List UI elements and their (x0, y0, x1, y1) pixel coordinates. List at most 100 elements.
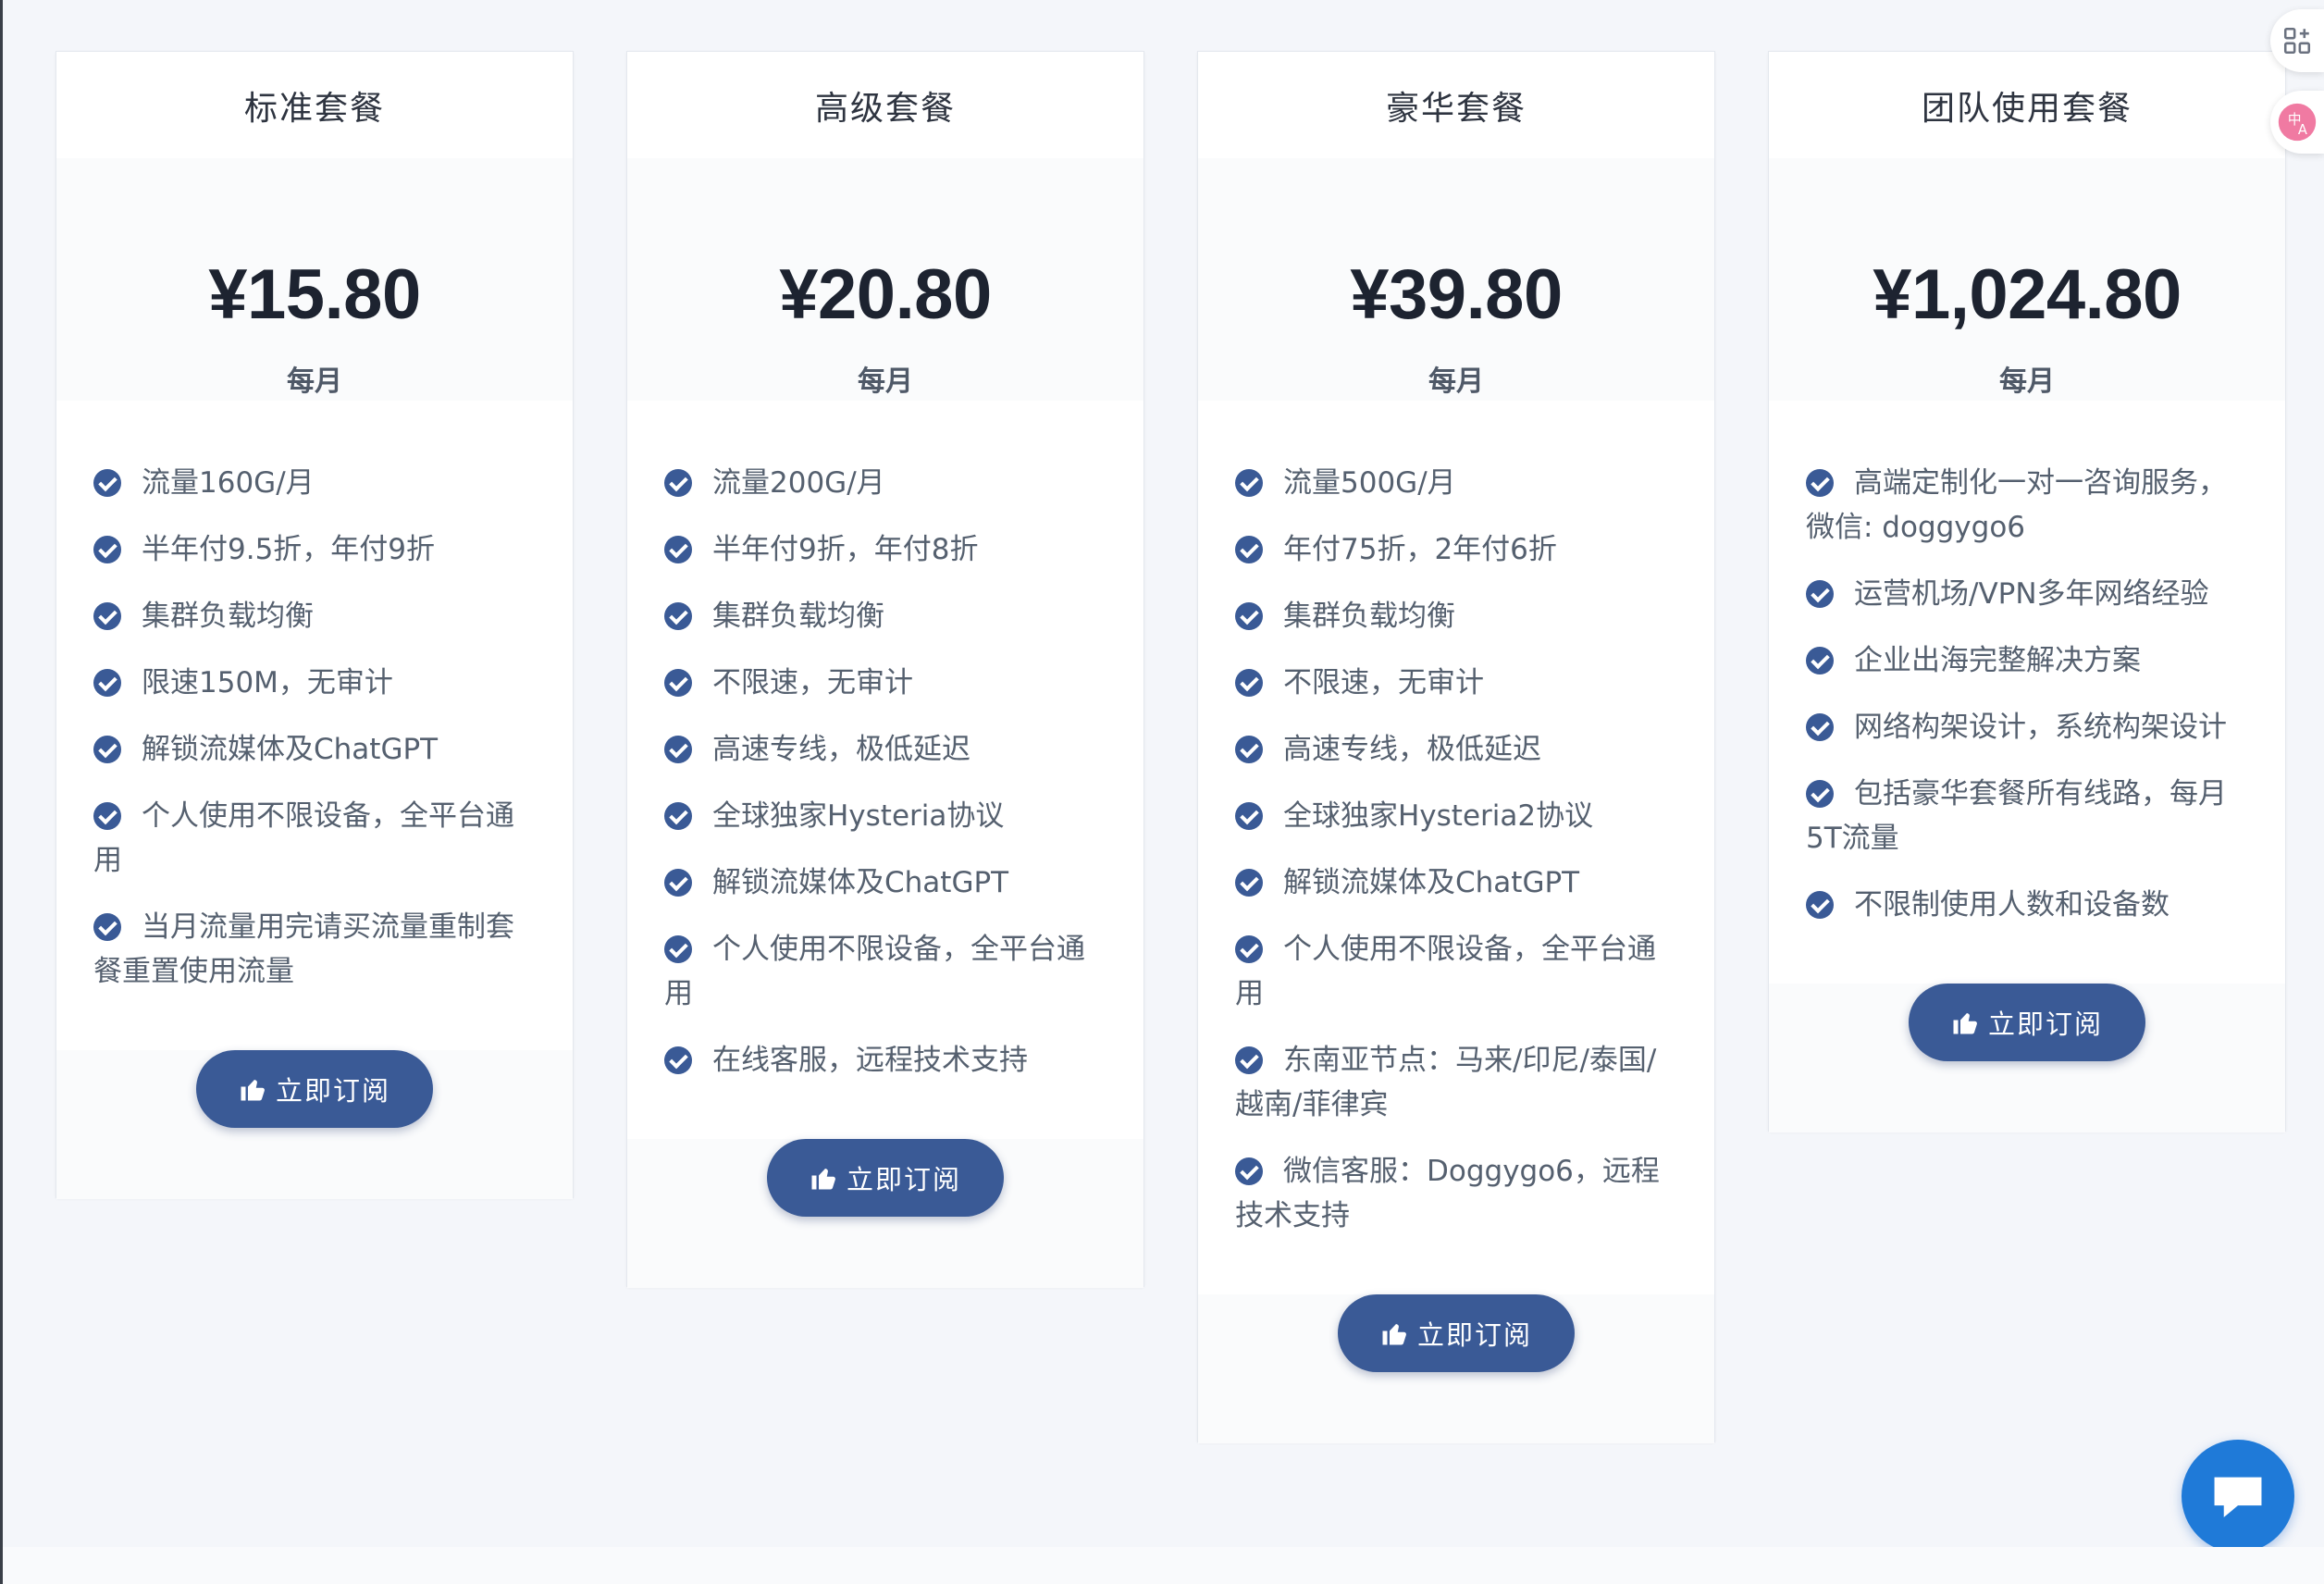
feature-item: 个人使用不限设备，全平台通用 (1235, 933, 1656, 1010)
check-circle-icon (1235, 935, 1263, 963)
feature-item: 包括豪华套餐所有线路，每月5T流量 (1806, 777, 2227, 855)
plan-title: 高级套餐 (814, 89, 956, 128)
feature-item: 半年付9.5折，年付9折 (93, 527, 536, 572)
feature-item: 解锁流媒体及ChatGPT (1235, 860, 1677, 905)
check-circle-icon (1235, 602, 1263, 630)
check-circle-icon (1806, 580, 1834, 608)
chat-bubble-icon (2214, 1477, 2262, 1517)
thumbs-up-icon (1953, 1013, 1977, 1034)
check-circle-icon (664, 935, 692, 963)
feature-item: 企业出海完整解决方案 (1806, 638, 2248, 683)
check-circle-icon (93, 602, 121, 630)
plan-title: 豪华套餐 (1385, 89, 1527, 128)
feature-item: 全球独家Hysteria协议 (664, 794, 1106, 838)
check-circle-icon (664, 536, 692, 563)
feature-item: 解锁流媒体及ChatGPT (93, 727, 536, 772)
check-circle-icon (93, 913, 121, 941)
plan-title: 标准套餐 (243, 89, 385, 128)
check-circle-icon (93, 469, 121, 497)
feature-item: 不限制使用人数和设备数 (1806, 883, 2248, 927)
feature-item: 网络构架设计，系统构架设计 (1806, 705, 2248, 749)
feature-item: 集群负载均衡 (93, 594, 536, 638)
feature-item: 在线客服，远程技术支持 (664, 1038, 1106, 1083)
check-circle-icon (664, 469, 692, 497)
check-circle-icon (1806, 647, 1834, 674)
feature-item: 解锁流媒体及ChatGPT (664, 860, 1106, 905)
feature-item: 个人使用不限设备，全平台通用 (93, 799, 514, 877)
plan-price: ¥1,024.80 (1873, 255, 2182, 334)
plan-price: ¥20.80 (779, 255, 992, 334)
check-circle-icon (1235, 536, 1263, 563)
check-circle-icon (664, 1046, 692, 1074)
check-circle-icon (1235, 736, 1263, 763)
check-circle-icon (1235, 1046, 1263, 1074)
check-circle-icon (664, 802, 692, 830)
check-circle-icon (664, 869, 692, 897)
qr-grid-icon (2283, 27, 2311, 55)
feature-item: 不限速，无审计 (664, 661, 1106, 705)
feature-item: 微信客服：Doggygo6，远程技术支持 (1235, 1155, 1660, 1232)
feature-item: 运营机场/VPN多年网络经验 (1806, 572, 2248, 616)
plan-card-advanced: 高级套餐 ¥20.80 每月 流量200G/月 半年付9折，年付8折 集群负载均… (626, 51, 1144, 1288)
subscribe-button[interactable]: 立即订阅 (1338, 1294, 1575, 1372)
feature-list: 流量200G/月 半年付9折，年付8折 集群负载均衡 不限速，无审计 高速专线，… (627, 401, 1143, 1139)
check-circle-icon (1235, 669, 1263, 697)
check-circle-icon (1806, 713, 1834, 741)
subscribe-button[interactable]: 立即订阅 (196, 1050, 433, 1128)
check-circle-icon (1235, 802, 1263, 830)
feature-item: 高端定制化一对一咨询服务，微信: doggygo6 (1806, 466, 2227, 544)
plan-price: ¥39.80 (1350, 255, 1563, 334)
price-box: ¥15.80 每月 (56, 158, 573, 401)
feature-item: 东南亚节点：马来/印尼/泰国/越南/菲律宾 (1235, 1044, 1657, 1121)
feature-list: 流量160G/月 半年付9.5折，年付9折 集群负载均衡 限速150M，无审计 … (56, 401, 573, 1050)
plan-period: 每月 (858, 365, 913, 398)
plan-title: 团队使用套餐 (1921, 89, 2132, 128)
left-border (0, 0, 3, 1584)
feature-item: 年付75折，2年付6折 (1235, 527, 1677, 572)
feature-list: 高端定制化一对一咨询服务，微信: doggygo6 运营机场/VPN多年网络经验… (1769, 401, 2285, 984)
feature-item: 全球独家Hysteria2协议 (1235, 794, 1677, 838)
button-area: 立即订阅 (627, 1139, 1143, 1288)
check-circle-icon (664, 602, 692, 630)
subscribe-button[interactable]: 立即订阅 (1909, 984, 2145, 1061)
feature-item: 不限速，无审计 (1235, 661, 1677, 705)
subscribe-button[interactable]: 立即订阅 (767, 1139, 1004, 1217)
plan-card-team: 团队使用套餐 ¥1,024.80 每月 高端定制化一对一咨询服务，微信: dog… (1768, 51, 2286, 1132)
price-box: ¥39.80 每月 (1198, 158, 1714, 401)
plan-period: 每月 (1999, 365, 2055, 398)
button-area: 立即订阅 (56, 1050, 573, 1199)
check-circle-icon (93, 669, 121, 697)
feature-item: 个人使用不限设备，全平台通用 (664, 933, 1085, 1010)
plan-period: 每月 (287, 365, 342, 398)
feature-item: 集群负载均衡 (1235, 594, 1677, 638)
check-circle-icon (93, 736, 121, 763)
price-box: ¥20.80 每月 (627, 158, 1143, 401)
check-circle-icon (1806, 780, 1834, 808)
feature-item: 高速专线，极低延迟 (1235, 727, 1677, 772)
feature-item: 当月流量用完请买流量重制套餐重置使用流量 (93, 910, 514, 988)
price-box: ¥1,024.80 每月 (1769, 158, 2285, 401)
button-area: 立即订阅 (1769, 984, 2285, 1132)
check-circle-icon (1806, 891, 1834, 919)
check-circle-icon (664, 669, 692, 697)
check-circle-icon (1235, 1157, 1263, 1185)
check-circle-icon (93, 802, 121, 830)
plan-price: ¥15.80 (208, 255, 421, 334)
chat-button[interactable] (2182, 1440, 2294, 1553)
button-area: 立即订阅 (1198, 1294, 1714, 1443)
plan-card-deluxe: 豪华套餐 ¥39.80 每月 流量500G/月 年付75折，2年付6折 集群负载… (1197, 51, 1715, 1443)
feature-item: 流量200G/月 (664, 461, 1106, 505)
check-circle-icon (1235, 869, 1263, 897)
feature-list: 流量500G/月 年付75折，2年付6折 集群负载均衡 不限速，无审计 高速专线… (1198, 401, 1714, 1294)
feature-item: 流量500G/月 (1235, 461, 1677, 505)
thumbs-up-icon (241, 1080, 265, 1101)
feature-item: 半年付9折，年付8折 (664, 527, 1106, 572)
svg-text:A: A (2298, 122, 2307, 138)
plan-card-standard: 标准套餐 ¥15.80 每月 流量160G/月 半年付9.5折，年付9折 集群负… (56, 51, 574, 1199)
thumbs-up-icon (811, 1169, 835, 1190)
feature-item: 集群负载均衡 (664, 594, 1106, 638)
feature-item: 流量160G/月 (93, 461, 536, 505)
check-circle-icon (93, 536, 121, 563)
plan-period: 每月 (1428, 365, 1484, 398)
thumbs-up-icon (1382, 1324, 1406, 1345)
